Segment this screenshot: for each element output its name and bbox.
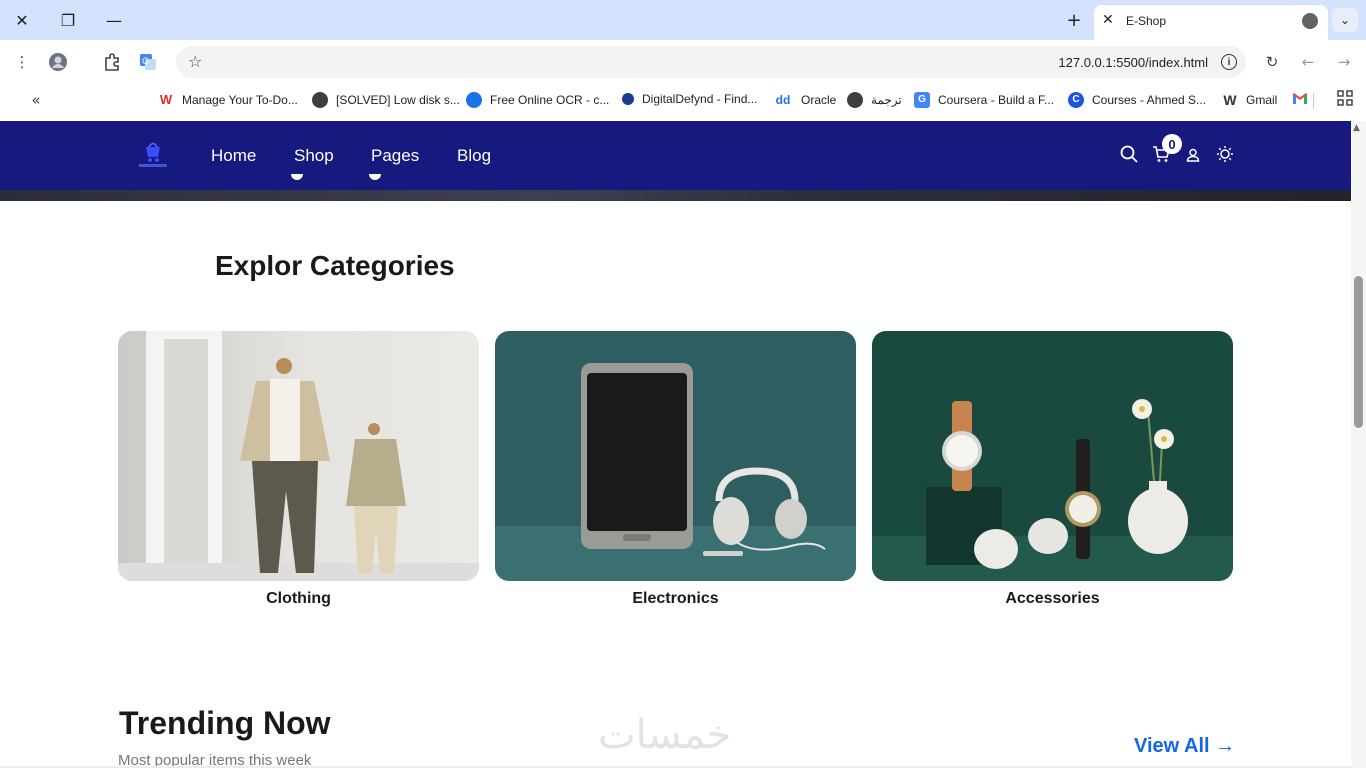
- hero-image-edge: [0, 190, 1351, 201]
- category-card-accessories[interactable]: [872, 331, 1233, 581]
- trending-title: Trending Now: [119, 705, 331, 741]
- bookmark-item[interactable]: G Coursera - Build a F...: [914, 92, 1054, 108]
- shop-dropdown-indicator: [291, 174, 303, 180]
- bookmark-item[interactable]: DigitalDefynd - Find...: [622, 92, 757, 106]
- collapse-bookmarks-icon[interactable]: «: [25, 89, 47, 111]
- tab-title: E-Shop: [1126, 14, 1167, 28]
- coursera-icon: C: [1068, 92, 1084, 108]
- new-tab-button[interactable]: +: [1062, 8, 1086, 32]
- view-all-link[interactable]: View All →: [1134, 735, 1235, 758]
- nav-shop[interactable]: Shop: [294, 146, 334, 166]
- scrollbar-thumb[interactable]: [1354, 276, 1363, 428]
- tab-search-button[interactable]: ⌄: [1332, 8, 1358, 32]
- globe-icon: [1302, 13, 1318, 29]
- wix-icon: W: [158, 92, 174, 108]
- bookmark-item[interactable]: W Gmail: [1222, 92, 1277, 108]
- bookmark-item[interactable]: C Courses - Ahmed S...: [1068, 92, 1206, 108]
- minimize-window-icon[interactable]: —: [101, 8, 127, 32]
- bookmark-item[interactable]: ترجمة: [847, 92, 902, 108]
- w-logo-icon: W: [1222, 92, 1238, 108]
- search-icon[interactable]: [1120, 145, 1138, 168]
- translate-icon: G: [914, 92, 930, 108]
- address-bar[interactable]: ☆ 127.0.0.1:5500/index.html i: [176, 46, 1246, 78]
- scroll-up-arrow[interactable]: ▲: [1353, 123, 1360, 133]
- category-label-accessories[interactable]: Accessories: [872, 590, 1233, 608]
- reload-icon[interactable]: ↻: [1261, 51, 1283, 73]
- bookmark-divider: [1313, 93, 1314, 109]
- bookmark-item[interactable]: W Manage Your To-Do...: [158, 92, 298, 108]
- menu-icon[interactable]: ⋮: [11, 51, 33, 73]
- all-bookmarks-icon[interactable]: [1337, 90, 1353, 106]
- bookmarks-bar: « W Manage Your To-Do... [SOLVED] Low dis…: [0, 84, 1366, 116]
- shop-logo[interactable]: [137, 137, 169, 171]
- theme-toggle-icon[interactable]: [1216, 145, 1234, 168]
- site-navbar: Home Shop Pages Blog 0: [0, 121, 1351, 190]
- accessories-image: [872, 331, 1233, 581]
- categories-title: Explor Categories: [215, 250, 455, 281]
- bookmark-item[interactable]: dd Oracle: [773, 92, 836, 108]
- bookmark-item[interactable]: [SOLVED] Low disk s...: [312, 92, 460, 108]
- category-card-clothing[interactable]: [118, 331, 479, 581]
- tab-eshop[interactable]: ✕ E-Shop: [1094, 5, 1328, 40]
- nav-pages[interactable]: Pages: [371, 146, 419, 166]
- clothing-image: [118, 331, 479, 581]
- bookmark-item[interactable]: Free Online OCR - c...: [466, 92, 609, 108]
- gmail-icon[interactable]: [1292, 91, 1308, 105]
- back-icon[interactable]: ←: [1297, 51, 1319, 73]
- site-info-icon[interactable]: i: [1221, 54, 1237, 70]
- bookmark-star-icon[interactable]: ☆: [188, 52, 202, 71]
- svg-text:G: G: [142, 56, 149, 66]
- user-icon[interactable]: [1186, 147, 1200, 167]
- category-card-electronics[interactable]: [495, 331, 856, 581]
- category-label-clothing[interactable]: Clothing: [118, 590, 479, 608]
- tab-close-icon[interactable]: ✕: [1102, 12, 1114, 28]
- nav-blog[interactable]: Blog: [457, 146, 491, 166]
- nav-home[interactable]: Home: [211, 146, 256, 166]
- translate-icon[interactable]: G: [137, 51, 159, 73]
- digitaldefynd-icon: [622, 93, 634, 105]
- browser-toolbar: ⋮ G ☆ 127.0.0.1:5500/index.html i ↻ ← →: [0, 40, 1366, 84]
- forward-icon[interactable]: →: [1333, 51, 1355, 73]
- pages-dropdown-indicator: [369, 174, 381, 180]
- electronics-image: [495, 331, 856, 581]
- extensions-icon[interactable]: [101, 51, 123, 73]
- url-text: 127.0.0.1:5500/index.html: [1058, 55, 1208, 70]
- close-window-icon[interactable]: ✕: [9, 8, 35, 32]
- globe-icon: [466, 92, 482, 108]
- cart-count-badge: 0: [1162, 134, 1182, 154]
- globe-icon: [312, 92, 328, 108]
- page-scrollbar[interactable]: [1351, 121, 1366, 768]
- dd-icon: dd: [773, 92, 793, 108]
- globe-icon: [847, 92, 863, 108]
- restore-window-icon[interactable]: ❐: [55, 8, 81, 32]
- browser-tab-bar: ✕ ❐ — + ✕ E-Shop ⌄: [0, 0, 1366, 40]
- category-label-electronics[interactable]: Electronics: [495, 590, 856, 608]
- watermark-logo: خمسات: [598, 712, 732, 758]
- profile-avatar[interactable]: [47, 51, 69, 73]
